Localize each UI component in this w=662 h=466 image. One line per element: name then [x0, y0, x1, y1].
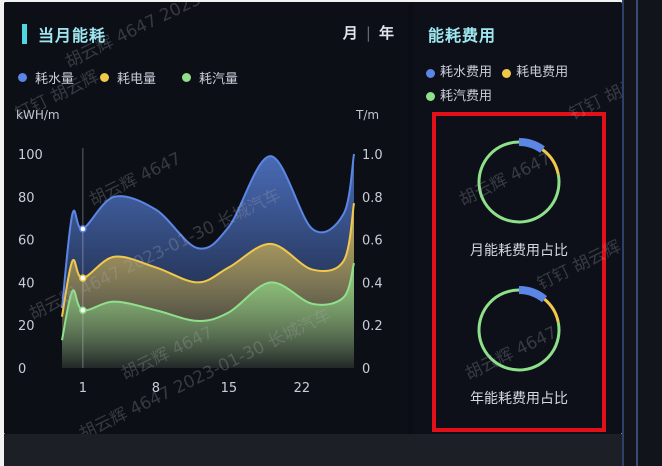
y-left-tick-label: 20: [18, 319, 35, 334]
ring-segment-1: [541, 148, 560, 175]
bottom-strip: [4, 434, 622, 466]
cost-legend-item-power[interactable]: 耗电费用: [502, 62, 568, 84]
y-left-tick-label: 80: [18, 191, 35, 206]
x-tick-label: 1: [79, 381, 87, 396]
right-edge-panel: [622, 0, 662, 466]
ring-segment-0: [518, 138, 545, 154]
ring-label: 年能耗费用占比: [470, 391, 568, 407]
monthly-cost-ring[interactable]: 月能耗费用占比: [436, 134, 602, 260]
hover-point-0: [79, 225, 87, 233]
highlight-annotation-box: 月能耗费用占比 年能耗费用占比: [432, 112, 606, 432]
cost-legend-item-steam[interactable]: 耗汽费用: [426, 86, 492, 108]
y-right-tick-label: 0.6: [362, 234, 383, 249]
hover-point-2: [79, 306, 87, 314]
ring-segment-1: [543, 298, 560, 323]
cost-panel: 能耗费用 耗水费用 耗电费用 耗汽费用 月能耗费用占比 年能耗费用占比: [414, 2, 622, 434]
legend-label: 耗汽费用: [440, 88, 493, 104]
y-left-tick-label: 60: [18, 234, 35, 249]
x-tick-label: 22: [294, 381, 311, 396]
energy-area-chart: 100 80 60 40 20 0 1.0 0.8 0.6 0.4 0.2 0 1 8 15 22: [18, 148, 383, 396]
dashboard-screen: 当月能耗 月 | 年 耗水量 耗电量 耗汽量 kWH/m T/m 100 80 60 40…: [4, 2, 622, 434]
legend-dot-icon: [502, 68, 512, 78]
ring-chart: [477, 286, 561, 372]
ring-label: 月能耗费用占比: [470, 243, 568, 259]
y-left-tick-label: 0: [18, 362, 26, 377]
y-right-tick-label: 0.2: [362, 319, 383, 334]
legend-label: 耗电费用: [516, 65, 569, 80]
x-tick-label: 15: [221, 381, 238, 396]
y-right-tick-label: 1.0: [362, 148, 383, 163]
ring-chart: [477, 138, 561, 224]
x-tick-label: 8: [152, 381, 160, 396]
cost-legend-item-water[interactable]: 耗水费用: [426, 62, 492, 84]
legend-label: 耗水费用: [440, 65, 493, 80]
y-right-tick-label: 0.4: [362, 276, 383, 291]
energy-panel: 当月能耗 月 | 年 耗水量 耗电量 耗汽量 kWH/m T/m 100 80 60 40…: [4, 2, 408, 434]
y-left-tick-label: 40: [18, 276, 35, 291]
legend-dot-icon: [426, 68, 435, 78]
y-right-tick-label: 0.8: [362, 191, 383, 206]
y-left-tick-label: 100: [18, 148, 43, 163]
cost-panel-title: 能耗费用: [428, 26, 497, 45]
ring-segment-0: [518, 286, 548, 303]
y-right-tick-label: 0: [362, 362, 370, 377]
hover-point-1: [79, 274, 87, 282]
legend-dot-icon: [426, 92, 435, 101]
cost-legend: 耗水费用 耗电费用 耗汽费用: [426, 62, 616, 109]
yearly-cost-ring[interactable]: 年能耗费用占比: [436, 282, 602, 408]
